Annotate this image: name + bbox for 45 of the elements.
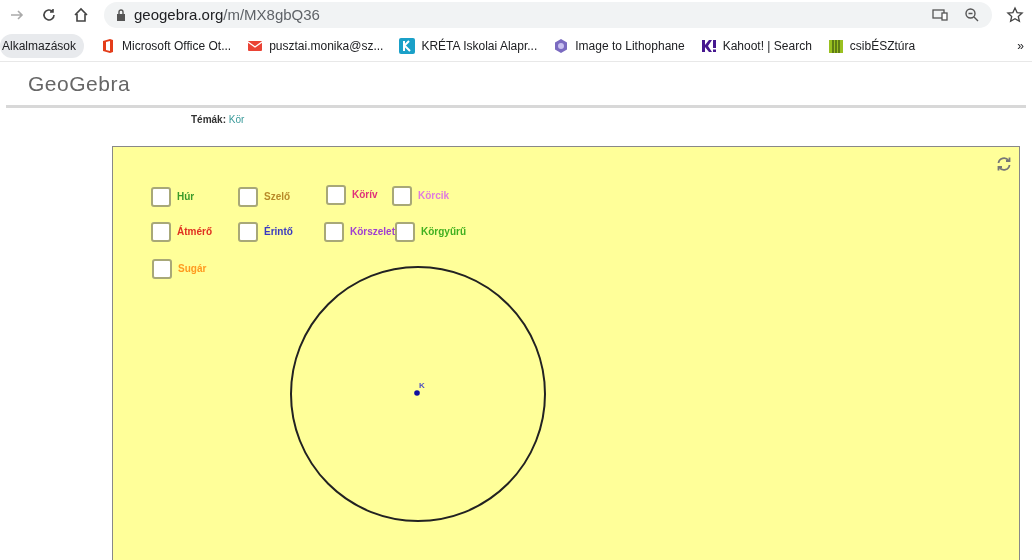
checkbox-label: Átmérő xyxy=(177,226,212,238)
checkbox-label: Szelő xyxy=(264,191,291,203)
bookmark[interactable]: Microsoft Office Ot... xyxy=(100,36,232,55)
checkbox-label: Körcik xyxy=(418,190,450,202)
center-point xyxy=(414,390,420,396)
checkbox-label: Körív xyxy=(352,189,378,201)
address-bar[interactable]: geogebra.org/m/MX8gbQ36 xyxy=(104,2,992,28)
checkbox-label: Húr xyxy=(177,191,195,203)
checkbox[interactable] xyxy=(238,187,258,207)
bookmark[interactable]: pusztai.monika@sz... xyxy=(247,36,384,55)
checkbox-label: Érintő xyxy=(264,226,293,238)
bookmark[interactable]: Image to Lithophane xyxy=(553,36,685,55)
more-bookmarks-button[interactable]: » xyxy=(1017,36,1032,55)
checkbox[interactable] xyxy=(151,187,171,207)
star-icon[interactable] xyxy=(1006,6,1024,24)
reload-icon[interactable] xyxy=(40,6,58,24)
bookmark[interactable]: csibÉSZtúra xyxy=(827,36,916,55)
applet-canvas[interactable]: K Húr Szelő Körív Körcik Átmérő Érintő Körszelet Körgyűrű Sugár xyxy=(112,146,1020,560)
checkbox[interactable] xyxy=(395,222,415,242)
checkbox-label: Körgyűrű xyxy=(421,226,466,238)
checkbox[interactable] xyxy=(152,259,172,279)
reset-icon[interactable] xyxy=(995,155,1013,173)
bookmark[interactable]: Alkalmazások xyxy=(0,33,85,58)
cast-icon[interactable] xyxy=(932,8,948,22)
point-label: K xyxy=(419,380,425,392)
geogebra-logo[interactable]: GeoGebra xyxy=(28,67,131,100)
checkbox-label: Körszelet xyxy=(350,226,395,238)
topics-label: Témák: xyxy=(191,114,226,125)
url-text: geogebra.org/m/MX8gbQ36 xyxy=(134,4,320,25)
k-logo-icon xyxy=(700,37,717,54)
checkbox[interactable] xyxy=(238,222,258,242)
k-logo-icon xyxy=(399,37,416,54)
lock-icon xyxy=(116,9,126,21)
zoom-icon[interactable] xyxy=(964,7,980,23)
bars-icon xyxy=(827,37,844,54)
home-icon[interactable] xyxy=(72,6,90,24)
bookmark[interactable]: KRÉTA Iskolai Alapr... xyxy=(399,36,538,55)
checkbox[interactable] xyxy=(326,185,346,205)
bookmark[interactable]: Kahoot! | Search xyxy=(700,36,812,55)
checkbox[interactable] xyxy=(151,222,171,242)
checkbox[interactable] xyxy=(324,222,344,242)
topic-link[interactable]: Kör xyxy=(228,114,245,125)
checkbox-label: Sugár xyxy=(178,263,207,275)
hexagon-icon xyxy=(553,37,570,54)
checkbox[interactable] xyxy=(392,186,412,206)
